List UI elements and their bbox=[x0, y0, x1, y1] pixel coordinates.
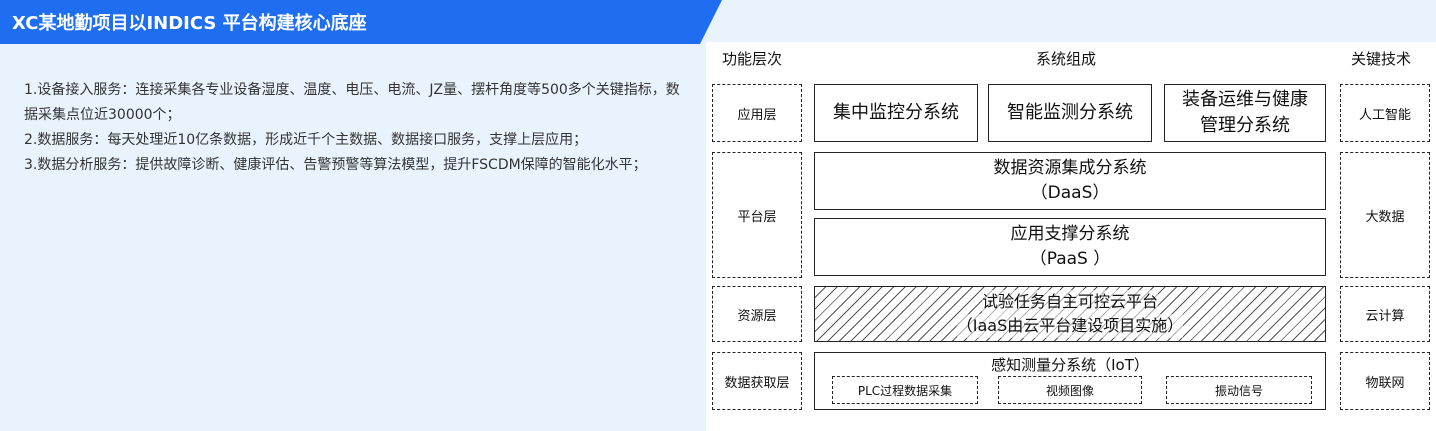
layer-data-acquisition: 数据获取层 bbox=[712, 352, 802, 410]
system-paas-line1: 应用支撑分系统 bbox=[1010, 224, 1130, 244]
iot-item-video: 视频图像 bbox=[998, 376, 1142, 404]
header-function-layer: 功能层次 bbox=[722, 50, 783, 68]
system-iaas-line2: （IaaS由云平台建设项目实施） bbox=[956, 314, 1184, 338]
system-equipment-health-line2: 管理分系统 bbox=[1200, 115, 1290, 136]
description-line-1: 1.设备接入服务：连接采集各专业设备湿度、温度、电压、电流、JZ量、摆杆角度等5… bbox=[24, 82, 680, 123]
system-daas-line2: （DaaS） bbox=[1030, 183, 1110, 203]
system-intelligent-monitoring: 智能监测分系统 bbox=[988, 84, 1152, 142]
system-daas: 数据资源集成分系统 （DaaS） bbox=[814, 152, 1326, 210]
system-central-monitoring: 集中监控分系统 bbox=[814, 84, 978, 142]
description-line-3: 3.数据分析服务：提供故障诊断、健康评估、告警预警等算法模型，提升FSCDM保障… bbox=[24, 157, 647, 173]
system-daas-line1: 数据资源集成分系统 bbox=[993, 158, 1147, 178]
system-equipment-health: 装备运维与健康 管理分系统 bbox=[1164, 84, 1326, 142]
header-system-composition: 系统组成 bbox=[1036, 50, 1097, 68]
architecture-diagram: 功能层次 系统组成 关键技术 应用层 平台层 资源层 数据获取层 人工智能 大数… bbox=[706, 42, 1436, 431]
system-iaas: 试验任务自主可控云平台 （IaaS由云平台建设项目实施） bbox=[814, 286, 1326, 342]
system-iaas-line1: 试验任务自主可控云平台 bbox=[981, 290, 1158, 314]
tech-ai: 人工智能 bbox=[1340, 84, 1430, 142]
layer-resource: 资源层 bbox=[712, 286, 802, 342]
description-line-2: 2.数据服务：每天处理近10亿条数据，形成近千个主数据、数据接口服务，支撑上层应… bbox=[24, 132, 588, 148]
system-intelligent-monitoring-label: 智能监测分系统 bbox=[1007, 102, 1133, 123]
system-central-monitoring-label: 集中监控分系统 bbox=[833, 102, 959, 123]
system-iot-title: 感知测量分系统（IoT） bbox=[991, 356, 1149, 374]
system-paas-line2: （PaaS ） bbox=[1029, 249, 1111, 269]
layer-platform: 平台层 bbox=[712, 152, 802, 278]
system-paas: 应用支撑分系统 （PaaS ） bbox=[814, 218, 1326, 276]
system-equipment-health-line1: 装备运维与健康 bbox=[1182, 89, 1308, 110]
tech-iot: 物联网 bbox=[1340, 352, 1430, 410]
iot-item-plc: PLC过程数据采集 bbox=[832, 376, 978, 404]
tech-cloud: 云计算 bbox=[1340, 286, 1430, 342]
tech-big-data: 大数据 bbox=[1340, 152, 1430, 278]
iot-item-vibration: 振动信号 bbox=[1166, 376, 1312, 404]
description-text: 1.设备接入服务：连接采集各专业设备湿度、温度、电压、电流、JZ量、摆杆角度等5… bbox=[24, 78, 684, 178]
header-key-technology: 关键技术 bbox=[1351, 50, 1412, 68]
layer-app: 应用层 bbox=[712, 84, 802, 142]
page-title: XC某地勤项目以INDICS 平台构建核心底座 bbox=[12, 13, 367, 34]
